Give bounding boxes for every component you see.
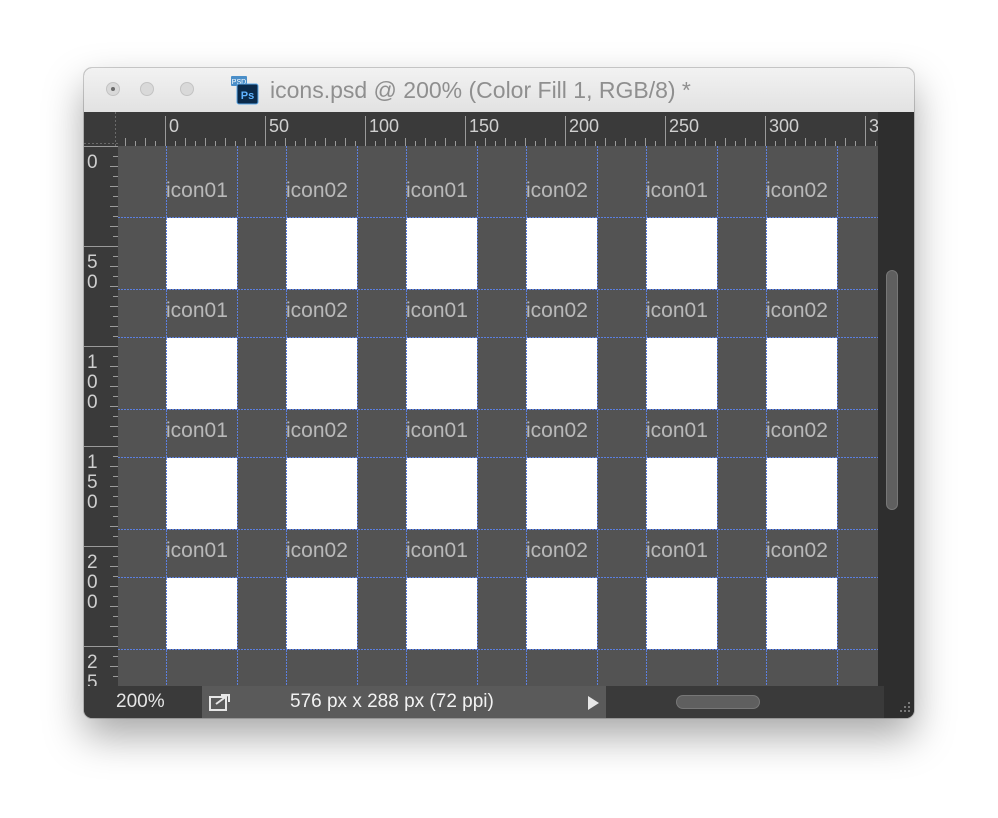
vertical-scrollbar[interactable] bbox=[878, 112, 914, 686]
h-ruler-label: 100 bbox=[369, 116, 399, 136]
status-info-area[interactable]: 576 px x 288 px (72 ppi) bbox=[202, 686, 606, 718]
horizontal-scroll-thumb[interactable] bbox=[676, 695, 760, 709]
minimize-button[interactable] bbox=[140, 82, 154, 96]
window-title: icons.psd @ 200% (Color Fill 1, RGB/8) * bbox=[270, 77, 691, 103]
zoom-level[interactable]: 200% bbox=[116, 691, 165, 713]
h-ruler-label: 300 bbox=[769, 116, 799, 136]
v-ruler-label: 1 bbox=[87, 352, 98, 373]
guides-layer bbox=[118, 146, 878, 686]
v-ruler-label: 2 bbox=[87, 552, 98, 573]
h-ruler-label: 3 bbox=[869, 116, 878, 136]
ruler-origin[interactable] bbox=[84, 112, 118, 146]
v-ruler-label: 5 bbox=[87, 672, 98, 686]
status-menu-arrow-icon[interactable] bbox=[588, 696, 599, 710]
resize-grip[interactable] bbox=[884, 686, 914, 718]
status-bar: 200% 576 px x 288 px (72 ppi) bbox=[84, 686, 914, 718]
title-bar[interactable]: PSD Ps icons.psd @ 200% (Color Fill 1, R… bbox=[84, 68, 914, 113]
close-button[interactable] bbox=[106, 82, 120, 96]
v-ruler-label: 1 bbox=[87, 452, 98, 473]
v-ruler-label: 0 bbox=[87, 392, 98, 413]
export-icon[interactable] bbox=[208, 692, 234, 712]
v-ruler-label: 5 bbox=[87, 252, 98, 273]
psd-file-icon: PSD Ps bbox=[231, 76, 259, 105]
horizontal-scrollbar[interactable] bbox=[608, 686, 884, 718]
v-ruler-label: 2 bbox=[87, 652, 98, 673]
v-ruler-label: 0 bbox=[87, 272, 98, 293]
v-ruler-label: 0 bbox=[87, 372, 98, 393]
v-ruler-label: 0 bbox=[87, 492, 98, 513]
vertical-ruler[interactable]: 05010015020025 bbox=[84, 146, 118, 686]
canvas[interactable]: icon01 icon02 icon01 icon02 icon01 icon02 icon… bbox=[118, 146, 878, 686]
v-ruler-label: 5 bbox=[87, 472, 98, 493]
document-window: PSD Ps icons.psd @ 200% (Color Fill 1, R… bbox=[84, 68, 914, 718]
horizontal-ruler[interactable]: 0 50 100 150 200 250 300 3 bbox=[118, 112, 878, 146]
vertical-scroll-thumb[interactable] bbox=[886, 270, 898, 510]
h-ruler-label: 200 bbox=[569, 116, 599, 136]
h-ruler-label: 0 bbox=[169, 116, 179, 136]
h-ruler-label: 150 bbox=[469, 116, 499, 136]
v-ruler-label: 0 bbox=[87, 572, 98, 593]
h-ruler-label: 50 bbox=[269, 116, 289, 136]
h-ruler-label: 250 bbox=[669, 116, 699, 136]
document-dimensions: 576 px x 288 px (72 ppi) bbox=[290, 691, 494, 712]
v-ruler-label: 0 bbox=[87, 152, 98, 173]
zoom-button[interactable] bbox=[180, 82, 194, 96]
ps-badge-text: Ps bbox=[241, 90, 254, 102]
v-ruler-label: 0 bbox=[87, 592, 98, 613]
